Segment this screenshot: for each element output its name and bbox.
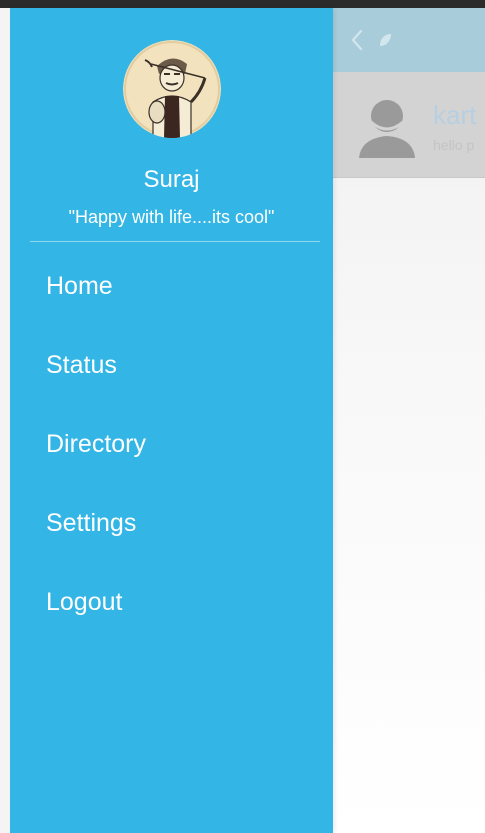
background-app: kart hello p [333,8,485,833]
nav-item-label: Status [46,351,117,379]
drawer-nav-list: Home Status Directory Settings Logout [10,245,333,640]
conversation-list-item: kart hello p [333,72,485,178]
screen-left-edge [0,8,10,833]
nav-item-logout[interactable]: Logout [10,561,333,640]
background-toolbar [333,8,485,72]
nav-item-label: Logout [46,588,123,616]
chevron-left-icon [351,29,363,51]
app-screen: kart hello p Suraj "Happy with life....i… [0,0,485,833]
nav-item-label: Settings [46,509,137,537]
nav-item-label: Directory [46,430,147,458]
nav-item-home[interactable]: Home [10,245,333,324]
navigation-drawer: Suraj "Happy with life....its cool" Home… [10,8,333,833]
contact-message-preview: hello p [433,137,475,153]
contact-name: kart [433,100,477,130]
profile-name: Suraj [143,166,200,193]
nav-item-status[interactable]: Status [10,324,333,403]
status-bar-edge [0,0,485,8]
drawer-divider [30,241,320,242]
nav-item-settings[interactable]: Settings [10,482,333,561]
profile-avatar[interactable] [123,40,221,138]
profile-status-text: "Happy with life....its cool" [68,207,275,227]
nav-item-label: Home [46,272,113,300]
leaf-icon [380,34,391,46]
nav-item-directory[interactable]: Directory [10,403,333,482]
person-silhouette-icon [359,100,415,158]
profile-photo-sketch [123,40,221,138]
